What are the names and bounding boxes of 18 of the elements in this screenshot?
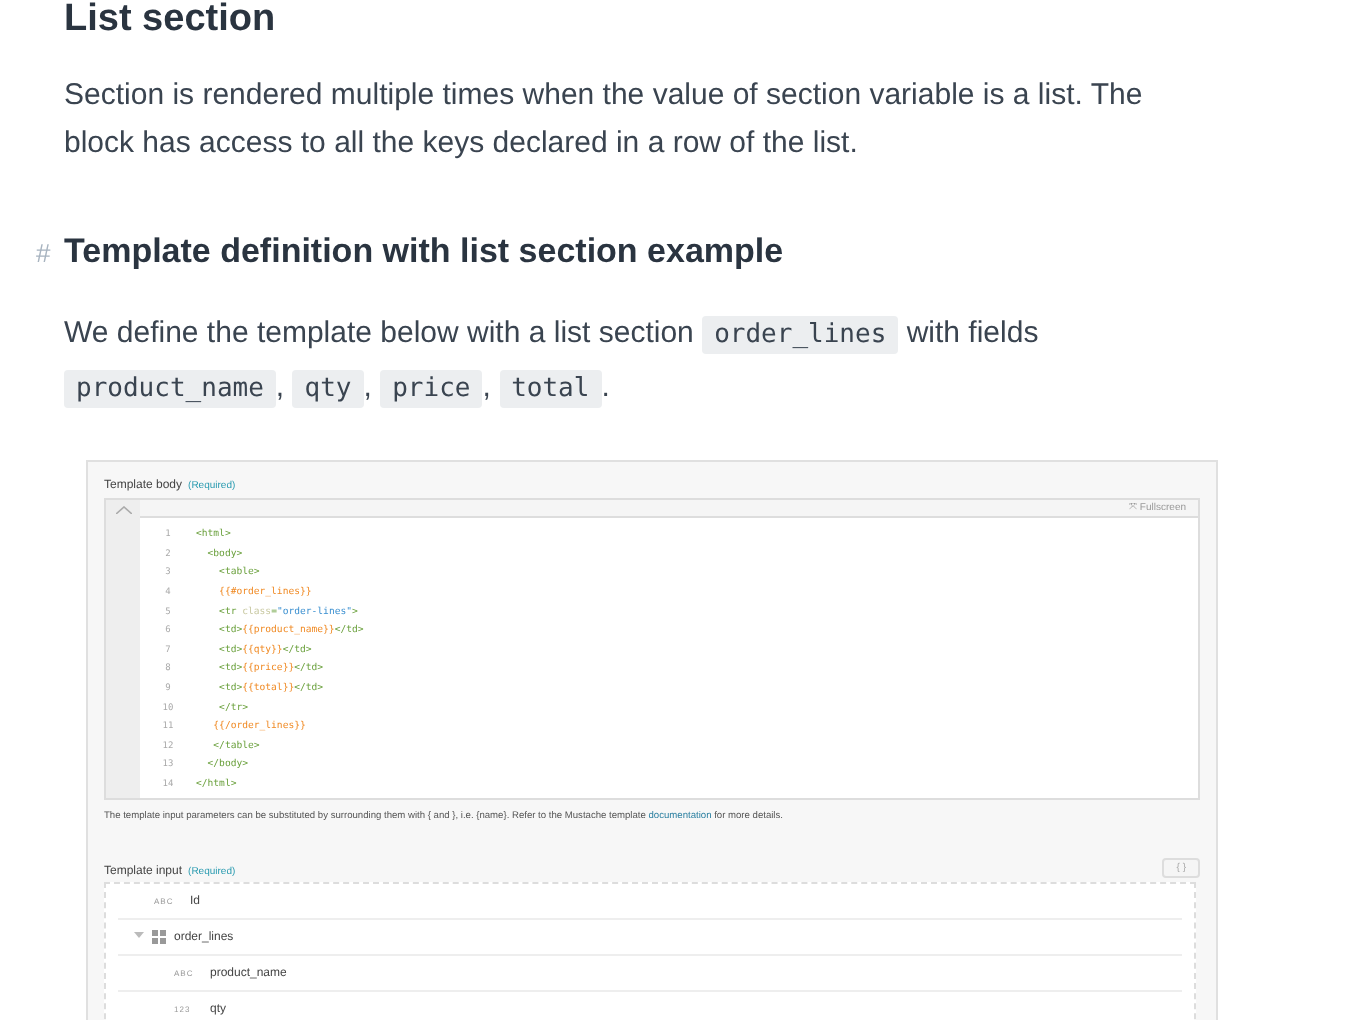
inline-code: order_lines (702, 316, 899, 354)
collapse-icon[interactable] (115, 506, 131, 514)
description-text: , (482, 370, 491, 404)
description-text: . (601, 370, 610, 404)
description-text: with fields (906, 316, 1039, 350)
subsection-title: Template definition with list section example (64, 232, 784, 272)
inline-code: qty (292, 370, 364, 408)
grid-icon (152, 930, 166, 945)
inline-code: total (499, 370, 602, 408)
inline-code: product_name (64, 370, 276, 408)
anchor-link[interactable]: # (36, 237, 64, 267)
section-title: List section (64, 0, 278, 40)
description-text: We define the template below with a list section (64, 316, 694, 350)
inline-code: price (380, 370, 483, 408)
description-text: , (363, 370, 372, 404)
code-editor[interactable] (104, 498, 1200, 801)
description-text: , (275, 370, 285, 404)
intro-paragraph: Section is rendered multiple times when the value of section variable is a list. The block has access to all the keys declared in a row of the list. (64, 76, 1145, 164)
